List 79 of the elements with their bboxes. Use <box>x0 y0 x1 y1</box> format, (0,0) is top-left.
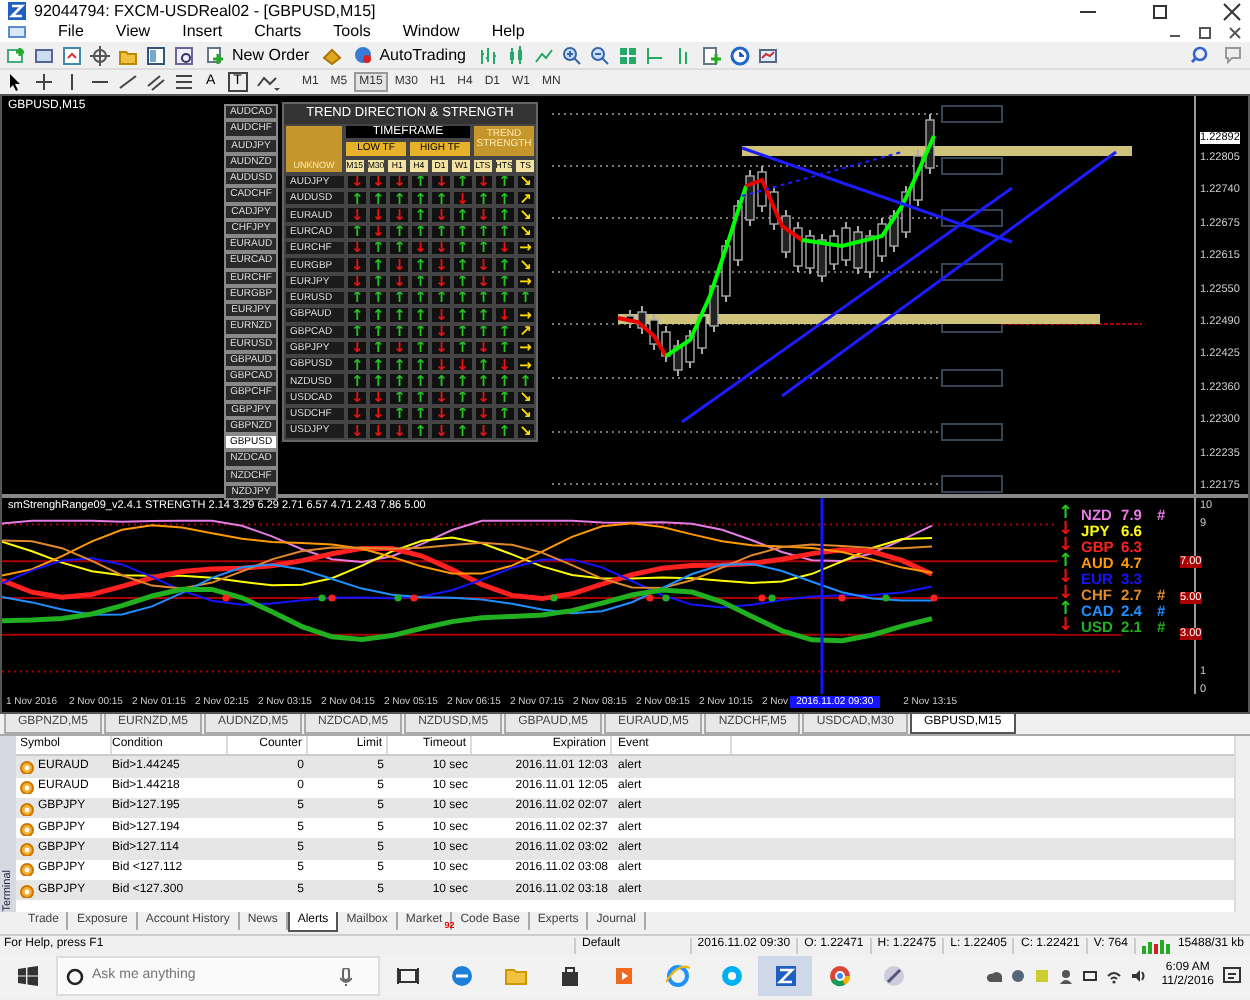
price-level-tag <box>941 475 1003 493</box>
alarm-clock-icon <box>20 821 34 836</box>
people-icon[interactable] <box>1057 968 1074 984</box>
alarm-clock-icon <box>20 883 34 898</box>
close-icon[interactable] <box>1228 25 1242 39</box>
channel-icon[interactable] <box>146 72 166 92</box>
connection-bars-icon <box>1141 939 1170 953</box>
menu-item[interactable]: Tools <box>333 22 371 42</box>
alarm-clock-icon <box>20 759 34 774</box>
search-icon[interactable] <box>1190 46 1208 64</box>
arrow-icon: ↑ <box>1058 553 1074 571</box>
scrollbar[interactable] <box>1234 736 1250 912</box>
new-chart-icon[interactable] <box>6 45 26 65</box>
line-chart-icon[interactable] <box>533 45 554 65</box>
candlestick-icon[interactable] <box>505 45 526 65</box>
arrow-icon: ↓ <box>1058 585 1074 603</box>
speaker-icon[interactable] <box>1129 968 1146 984</box>
signal-dot <box>550 594 558 602</box>
menu-item[interactable]: File <box>58 22 84 42</box>
cursor-icon[interactable] <box>6 72 26 92</box>
clock-icon[interactable] <box>729 45 750 65</box>
trading-app-icon <box>773 964 797 988</box>
alarm-clock-icon <box>20 780 34 795</box>
arrow-icon: ↓ <box>1058 537 1074 555</box>
windows-logo-icon <box>18 966 38 986</box>
zoom-in-icon[interactable] <box>561 45 582 65</box>
price-level-tag <box>941 209 1003 227</box>
store-icon <box>557 964 581 988</box>
media-player-icon <box>611 964 635 988</box>
arrow-icon: ↓ <box>1058 617 1074 635</box>
signal-dot <box>930 594 938 602</box>
price-level-tag <box>941 105 1003 123</box>
wifi-icon[interactable] <box>1105 968 1122 984</box>
menu-item[interactable]: Help <box>491 22 525 42</box>
menu-item[interactable]: Window <box>402 22 460 42</box>
price-level-tag <box>941 423 1003 441</box>
price-level-tag <box>941 369 1003 387</box>
menu-item[interactable]: Insert <box>182 22 223 42</box>
zoom-out-icon[interactable] <box>589 45 610 65</box>
signal-dot <box>222 594 230 602</box>
shapes-dropdown-icon[interactable] <box>255 72 280 92</box>
crosshair-icon[interactable] <box>90 45 110 65</box>
alarm-clock-icon <box>20 862 34 877</box>
new-order-button[interactable]: New Order <box>202 45 314 65</box>
menu-item[interactable]: View <box>115 22 151 42</box>
arrow-icon: ↓ <box>1058 569 1074 587</box>
menu-item[interactable]: Charts <box>254 22 302 42</box>
microphone-icon <box>340 967 352 985</box>
task-view-icon <box>395 964 419 988</box>
cloud-icon[interactable] <box>985 968 1002 984</box>
close-icon[interactable] <box>1222 1 1242 21</box>
internet-explorer-icon <box>665 964 689 988</box>
signal-dot <box>410 594 418 602</box>
arrow-icon: ↓ <box>1058 521 1074 539</box>
alarm-clock-icon <box>20 842 34 857</box>
bar-chart-icon[interactable] <box>477 45 498 65</box>
signal-dot <box>646 594 654 602</box>
notifications-icon[interactable] <box>1222 966 1242 986</box>
battery-icon[interactable] <box>1081 968 1098 984</box>
tile-windows-icon[interactable] <box>617 45 638 65</box>
window-title: 92044794: FXCM-USDReal02 - [GBPUSD,M15] <box>34 1 378 21</box>
arrow-icon: ↑ <box>1058 601 1074 619</box>
signal-dot <box>838 594 846 602</box>
signal-dot <box>882 594 890 602</box>
crosshair-icon[interactable] <box>34 72 54 92</box>
taskbar-app-button[interactable] <box>758 956 812 996</box>
price-level-tag <box>941 263 1003 281</box>
document-plus-icon <box>206 46 224 64</box>
folder-icon <box>503 964 527 988</box>
restore-icon[interactable] <box>1150 1 1170 21</box>
chart-window-icon <box>8 24 26 40</box>
signal-dot <box>662 594 670 602</box>
price-level-tag <box>941 157 1003 175</box>
signal-dot <box>394 594 402 602</box>
alarm-clock-icon <box>20 801 34 816</box>
autotrading-button[interactable]: AutoTrading <box>349 45 470 65</box>
arrow-icon: ↑ <box>1058 505 1074 523</box>
restore-icon[interactable] <box>1198 25 1212 39</box>
trendline-icon[interactable] <box>118 72 138 92</box>
